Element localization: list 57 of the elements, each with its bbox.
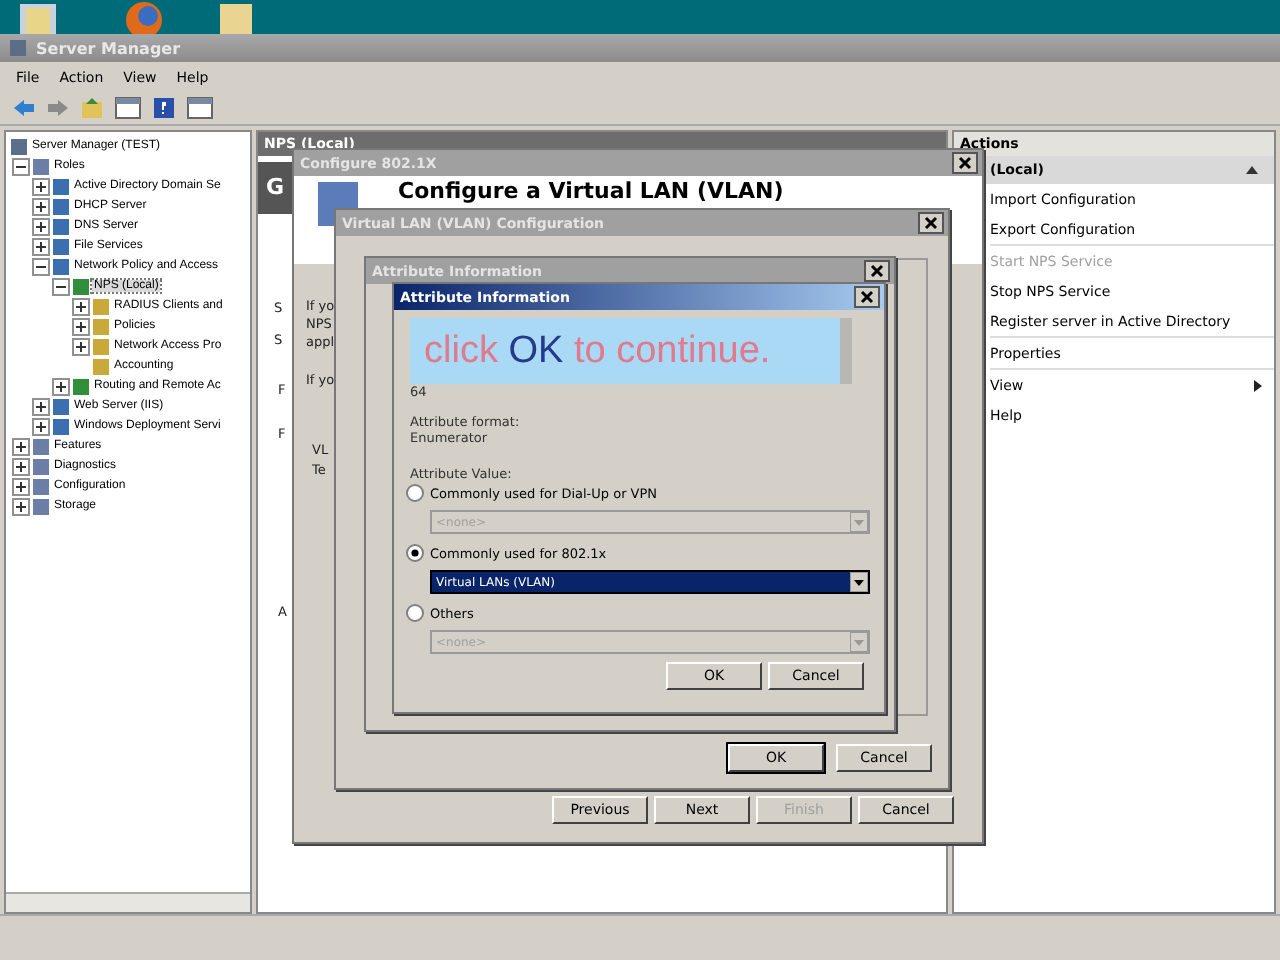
node-icon (32, 457, 50, 475)
pane-icon[interactable] (186, 96, 214, 120)
partial-text: G (266, 176, 285, 200)
collapse-arrow-icon[interactable] (1246, 166, 1258, 174)
expand-icon[interactable] (12, 497, 30, 515)
node-icon (52, 177, 70, 195)
folder-icon[interactable] (216, 0, 256, 34)
node-icon (52, 417, 70, 435)
expand-icon[interactable] (32, 177, 50, 195)
node-icon (32, 437, 50, 455)
node-icon (72, 277, 90, 295)
node-icon (52, 217, 70, 235)
expand-icon[interactable] (52, 377, 70, 395)
window-title: Server Manager (36, 39, 181, 57)
horizontal-scrollbar[interactable] (6, 892, 250, 912)
radio-button[interactable] (406, 604, 424, 622)
expand-icon[interactable] (32, 397, 50, 415)
back-arrow-icon[interactable] (12, 98, 36, 118)
close-icon[interactable] (952, 152, 978, 174)
expand-icon[interactable] (12, 477, 30, 495)
node-icon (92, 317, 110, 335)
node-icon (52, 237, 70, 255)
node-icon (32, 497, 50, 515)
close-icon[interactable] (864, 260, 890, 282)
close-icon[interactable] (854, 286, 880, 308)
expand-icon[interactable] (32, 197, 50, 215)
collapse-icon[interactable] (12, 157, 30, 175)
node-icon (72, 377, 90, 395)
pane-icon[interactable] (114, 96, 142, 120)
expand-icon[interactable] (12, 457, 30, 475)
radio-button[interactable] (406, 544, 424, 562)
node-icon (92, 337, 110, 355)
expand-icon[interactable] (32, 217, 50, 235)
folder-stack-icon[interactable] (16, 0, 60, 34)
node-icon (32, 477, 50, 495)
collapse-icon[interactable] (52, 277, 70, 295)
node-icon (52, 197, 70, 215)
help-icon[interactable] (152, 96, 176, 120)
expand-icon[interactable] (32, 417, 50, 435)
node-icon (10, 137, 28, 155)
expand-icon[interactable] (32, 237, 50, 255)
expand-icon[interactable] (72, 297, 90, 315)
node-icon (52, 257, 70, 275)
node-icon (92, 357, 110, 375)
expand-icon[interactable] (72, 317, 90, 335)
collapse-icon[interactable] (32, 257, 50, 275)
wizard-heading: Configure a Virtual LAN (VLAN) (398, 178, 784, 204)
up-folder-icon[interactable] (80, 96, 104, 120)
expand-icon[interactable] (72, 337, 90, 355)
close-icon[interactable] (918, 212, 944, 234)
instruction-banner: click OK to continue. (410, 318, 840, 384)
radio-button[interactable] (406, 484, 424, 502)
node-icon (92, 297, 110, 315)
node-icon (52, 397, 70, 415)
node-icon (32, 157, 50, 175)
expand-icon[interactable] (12, 437, 30, 455)
dropdown-arrow-icon[interactable] (850, 572, 868, 592)
